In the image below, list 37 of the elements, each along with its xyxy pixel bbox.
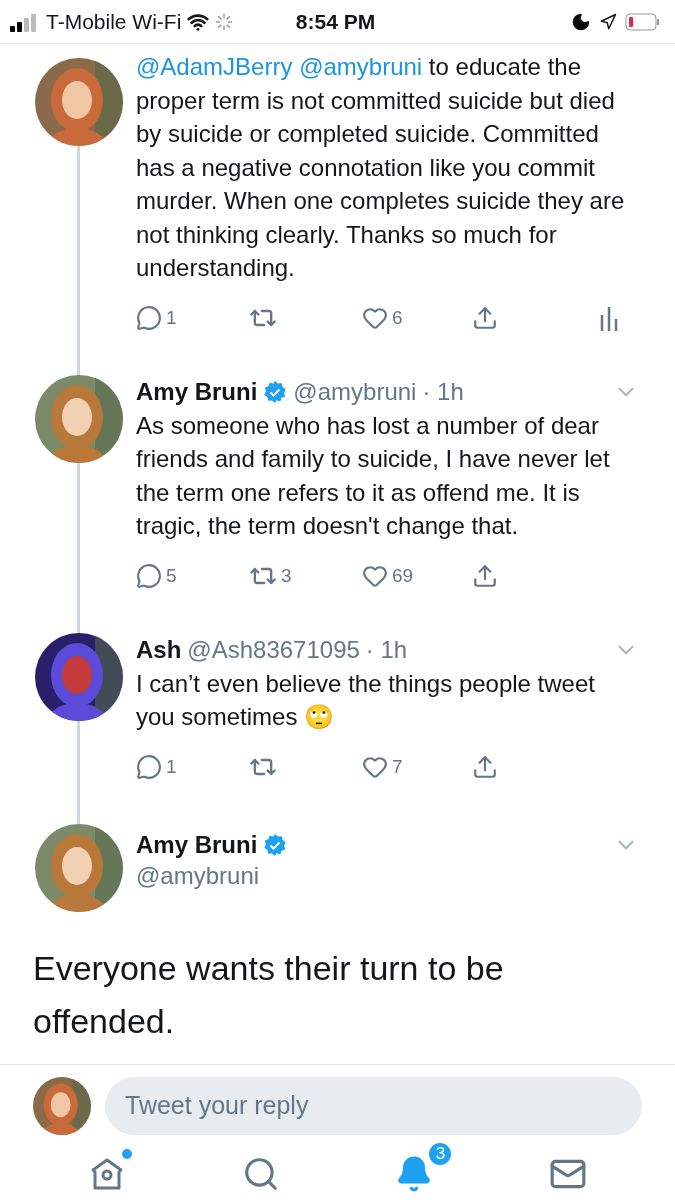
tweet-time: · 1h (422, 377, 464, 406)
share-icon[interactable] (472, 304, 498, 331)
retweet-count: 3 (281, 564, 292, 587)
moon-icon (571, 11, 591, 32)
loading-icon (215, 12, 234, 31)
reply-count: 1 (166, 755, 177, 778)
reply-count: 1 (166, 306, 177, 329)
clock: 8:54 PM (295, 9, 376, 34)
tweet-text: As someone who has lost a number of dear friends and family to suicide, I have never let the term one refers to it as offend me. It is tragic, the term doesn't change that. (136, 410, 611, 541)
share-icon[interactable] (472, 562, 498, 589)
reply-icon[interactable] (136, 562, 162, 589)
author-name[interactable]: Amy Bruni (136, 830, 258, 859)
battery-icon (625, 12, 661, 31)
bell-tab[interactable]: 3 (375, 1140, 454, 1197)
analytics-icon[interactable] (599, 304, 619, 331)
author-handle[interactable]: @Ash83671095 (187, 635, 360, 664)
author-name[interactable]: Amy Bruni (136, 377, 258, 406)
author-name[interactable]: Ash (136, 635, 182, 664)
author-handle[interactable]: @amybruni (293, 377, 417, 406)
author-handle[interactable]: @amybruni (136, 861, 639, 890)
tweet-text: Everyone wants their turn to be offended. (0, 911, 675, 1065)
location-icon (599, 12, 617, 31)
tweet-text: @AdamJBerry @amybruni to educate the proper term is not committed suicide but died by suicide or completed suicide. Committed has a negative connotation like you commit murder. When one completes suicide they are not thinking clearly. Thanks so much for understanding. (136, 50, 639, 285)
carrier-name: T-Mobile Wi-Fi (46, 9, 182, 34)
mention-link[interactable]: @amybruni (299, 50, 423, 84)
like-count: 7 (392, 755, 403, 778)
share-icon[interactable] (472, 753, 498, 780)
tweet-text: I can’t even believe the things people tweet you sometimes 🙄 (136, 668, 596, 732)
reply-icon[interactable] (136, 753, 162, 780)
like-count: 69 (392, 564, 414, 587)
mention-link[interactable]: @AdamJBerry (136, 50, 293, 84)
reply-count: 5 (166, 564, 177, 587)
reply-field[interactable]: Tweet your reply (105, 1076, 642, 1135)
notification-badge: 3 (427, 1140, 454, 1167)
reply-icon[interactable] (136, 304, 162, 331)
tweet-time: · 1h (365, 635, 408, 664)
like-count: 6 (392, 306, 403, 329)
